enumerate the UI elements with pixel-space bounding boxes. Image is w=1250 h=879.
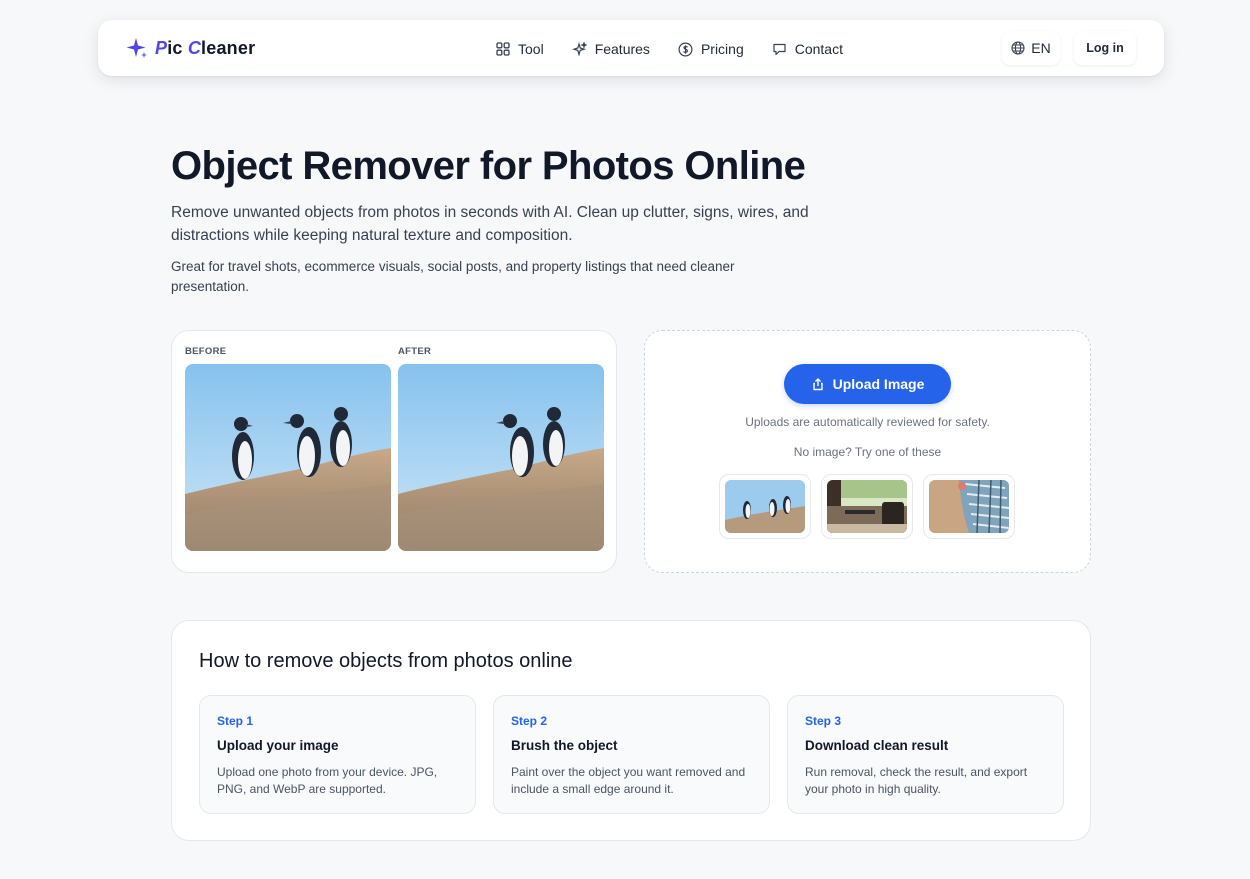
page-title: Object Remover for Photos Online	[171, 144, 806, 188]
top-navbar: Pic Cleaner Tool Features Pricing Contac…	[98, 20, 1164, 76]
safety-note: Uploads are automatically reviewed for s…	[745, 415, 990, 429]
step-title: Download clean result	[805, 738, 949, 753]
nav-links: Tool Features Pricing Contact	[496, 38, 843, 60]
step-title: Brush the object	[511, 738, 618, 753]
after-image	[398, 364, 604, 551]
step-card-2: Step 2 Brush the object Paint over the o…	[493, 695, 770, 814]
nav-item-label: Pricing	[700, 41, 744, 57]
step-number: Step 3	[805, 714, 842, 728]
nav-item-tool[interactable]: Tool	[496, 41, 544, 57]
how-to-section: How to remove objects from photos online…	[171, 620, 1091, 841]
brand-part-ic: ic	[167, 37, 188, 58]
nav-item-label: Features	[594, 41, 650, 57]
how-to-title: How to remove objects from photos online	[199, 650, 573, 672]
upload-dropzone[interactable]: Upload Image Uploads are automatically r…	[644, 330, 1091, 573]
brand-name: Pic Cleaner	[155, 38, 255, 59]
sample-images	[719, 474, 1015, 539]
sparkles-icon	[571, 41, 587, 56]
step-number: Step 2	[511, 714, 548, 728]
before-after-card: BEFORE AFTER	[171, 330, 617, 573]
nav-item-pricing[interactable]: Pricing	[678, 41, 744, 57]
nav-item-label: Contact	[794, 41, 843, 57]
chat-icon	[773, 43, 786, 55]
step-description: Run removal, check the result, and expor…	[805, 765, 1028, 796]
hero-subtitle: Remove unwanted objects from photos in s…	[171, 204, 809, 244]
nav-item-label: Tool	[518, 41, 544, 57]
upload-icon	[812, 378, 823, 391]
brand-part-leaner: leaner	[201, 37, 256, 58]
step-description: Paint over the object you want removed a…	[511, 765, 746, 796]
brand-initial-c: C	[187, 37, 202, 58]
sample-fabric[interactable]	[923, 474, 1015, 539]
globe-icon	[1011, 41, 1025, 55]
hero-description: Great for travel shots, ecommerce visual…	[171, 259, 735, 294]
nav-item-contact[interactable]: Contact	[772, 41, 843, 57]
step-description: Upload one photo from your device. JPG, …	[217, 765, 438, 796]
step-card-1: Step 1 Upload your image Upload one phot…	[199, 695, 476, 814]
before-image	[185, 364, 391, 551]
nav-item-features[interactable]: Features	[571, 41, 650, 57]
grid-icon	[496, 42, 510, 56]
language-selector[interactable]: EN	[1002, 31, 1060, 65]
before-label: BEFORE	[185, 346, 227, 357]
sparkle-logo-icon	[126, 38, 147, 58]
step-card-3: Step 3 Download clean result Run removal…	[787, 695, 1064, 814]
after-label: AFTER	[398, 346, 432, 357]
language-label: EN	[1031, 40, 1051, 56]
logo[interactable]: Pic Cleaner	[126, 36, 255, 60]
upload-button-label: Upload Image	[832, 376, 925, 392]
sample-prompt: No image? Try one of these	[793, 445, 942, 459]
sample-living-room[interactable]	[821, 474, 913, 539]
upload-image-button[interactable]: Upload Image	[784, 364, 951, 404]
sample-penguins[interactable]	[719, 474, 811, 539]
login-button[interactable]: Log in	[1074, 31, 1136, 65]
step-number: Step 1	[217, 714, 254, 728]
step-title: Upload your image	[217, 738, 339, 753]
dollar-circle-icon	[678, 41, 693, 57]
brand-initial-p: P	[155, 37, 168, 58]
